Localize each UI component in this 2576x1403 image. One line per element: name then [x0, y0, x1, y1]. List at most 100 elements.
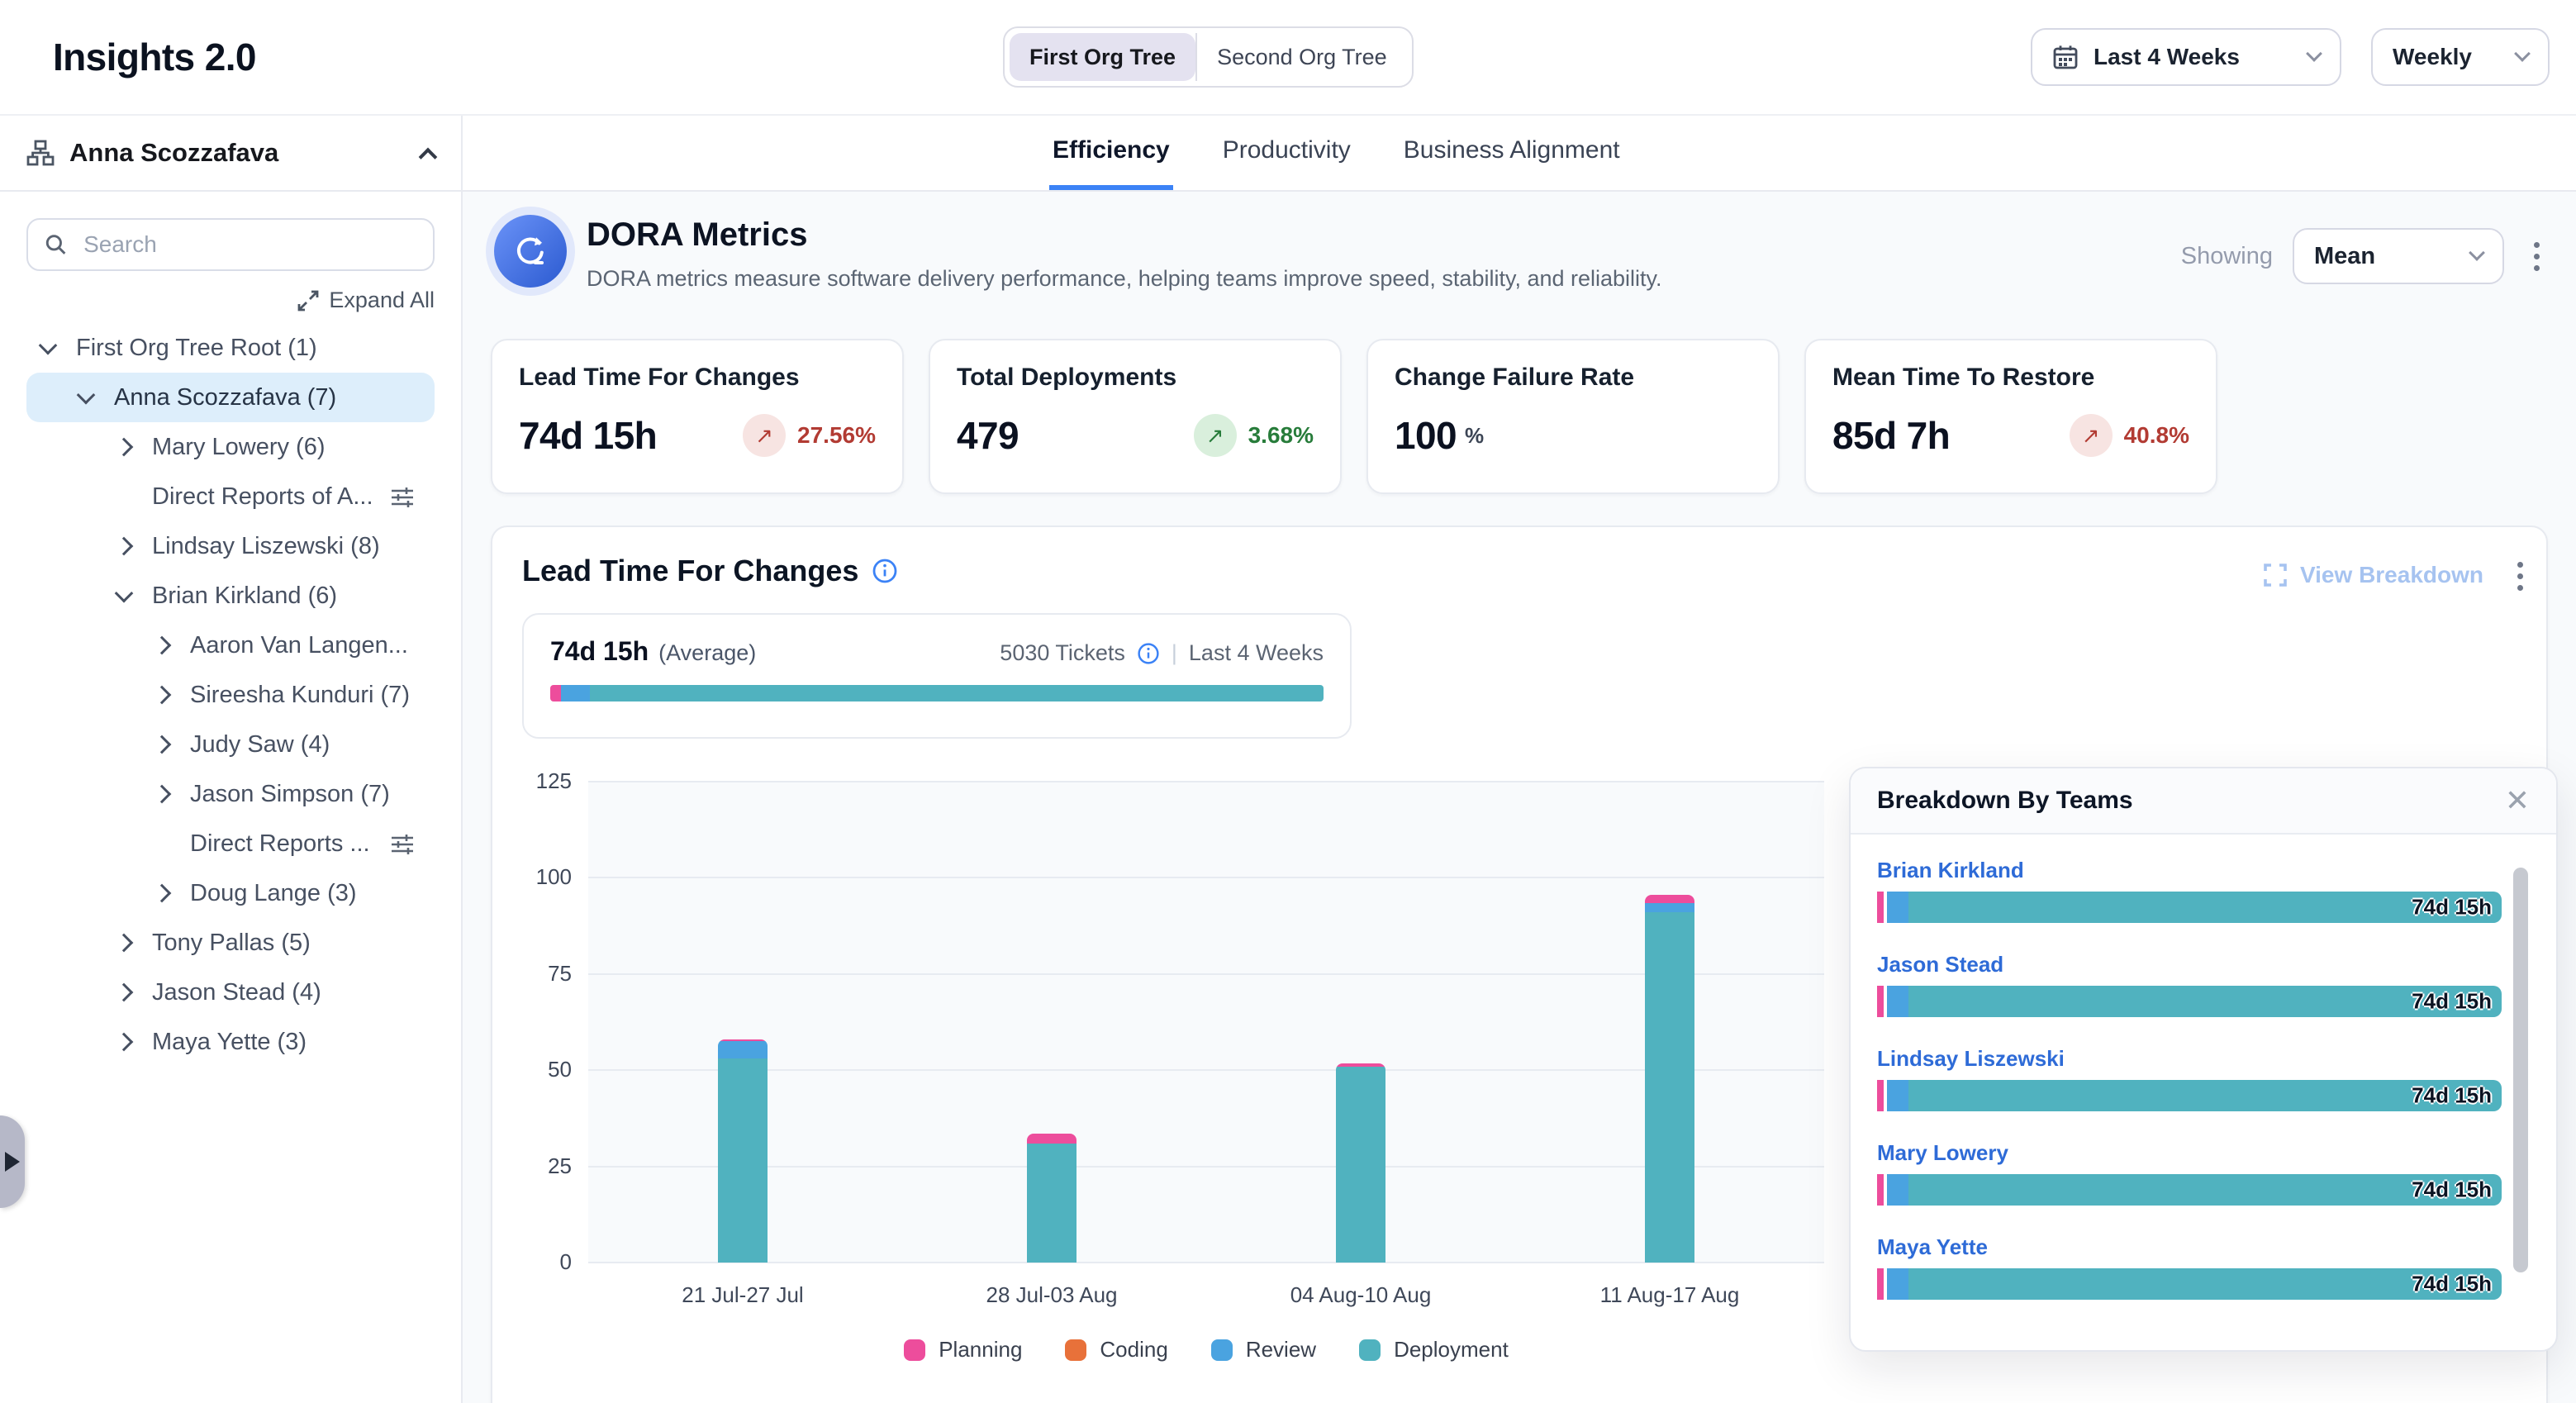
tree-item-jason-stead-4[interactable]: Jason Stead (4) — [26, 968, 435, 1017]
metric-title: Total Deployments — [957, 364, 1314, 392]
tree-item-maya-yette-3[interactable]: Maya Yette (3) — [26, 1017, 435, 1067]
tree-item-brian-kirkland-6[interactable]: Brian Kirkland (6) — [26, 571, 435, 621]
app-header: Insights 2.0 First Org Tree Second Org T… — [0, 0, 2576, 116]
cycle-arrow-icon — [511, 231, 550, 271]
x-axis-tick: 11 Aug-17 Aug — [1600, 1282, 1740, 1308]
tree-item-doug-lange-3[interactable]: Doug Lange (3) — [26, 868, 435, 918]
team-member-link[interactable]: Jason Stead — [1877, 952, 2530, 977]
stacked-bar-21-jul-27-jul[interactable] — [718, 1039, 768, 1263]
tree-item-first-org-tree-root-1[interactable]: First Org Tree Root (1) — [26, 323, 435, 373]
lead-time-chart-plot — [588, 782, 1824, 1263]
sidebar-collapse-handle[interactable] — [0, 1115, 25, 1208]
view-breakdown-button[interactable]: View Breakdown — [2264, 562, 2483, 588]
close-icon[interactable]: ✕ — [2505, 786, 2530, 816]
x-axis-tick: 21 Jul-27 Jul — [682, 1282, 803, 1308]
metric-title: Mean Time To Restore — [1832, 364, 2189, 392]
stacked-bar-04-aug-10-aug[interactable] — [1336, 1063, 1385, 1263]
tree-item-sireesha-kunduri-7[interactable]: Sireesha Kunduri (7) — [26, 670, 435, 720]
tab-productivity[interactable]: Productivity — [1219, 116, 1354, 190]
chevron-down-icon[interactable] — [39, 336, 58, 355]
first-org-tree-button[interactable]: First Org Tree — [1010, 33, 1195, 81]
tree-item-anna-scozzafava-7[interactable]: Anna Scozzafava (7) — [26, 373, 435, 422]
metric-card-lead-time-for-changes: Lead Time For Changes74d 15h↗27.56% — [491, 339, 904, 494]
search-input[interactable] — [80, 230, 416, 259]
legend-item-review[interactable]: Review — [1211, 1337, 1316, 1363]
chevron-up-icon[interactable] — [419, 148, 438, 167]
legend-item-planning[interactable]: Planning — [904, 1337, 1022, 1363]
chevron-right-icon[interactable] — [153, 884, 172, 903]
app-root: Insights 2.0 First Org Tree Second Org T… — [0, 0, 2576, 1403]
bar-segment-planning — [1645, 895, 1694, 902]
tree-item-jason-simpson-7[interactable]: Jason Simpson (7) — [26, 769, 435, 819]
view-breakdown-label: View Breakdown — [2300, 562, 2483, 588]
chevron-right-icon[interactable] — [153, 686, 172, 705]
second-org-tree-button[interactable]: Second Org Tree — [1197, 33, 1407, 81]
team-value: 74d 15h — [2412, 989, 2492, 1015]
granularity-select[interactable]: Weekly — [2371, 28, 2550, 86]
team-stacked-bar: 74d 15h — [1877, 1174, 2502, 1206]
team-member-link[interactable]: Lindsay Liszewski — [1877, 1046, 2530, 1072]
chevron-down-icon[interactable] — [77, 386, 96, 405]
tab-efficiency[interactable]: Efficiency — [1049, 116, 1173, 190]
y-axis-tick: 125 — [509, 768, 572, 794]
bar-segment-deployment: 74d 15h — [1908, 892, 2502, 923]
divider: | — [1172, 640, 1177, 666]
expand-corners-icon — [2264, 564, 2287, 587]
metric-delta-badge: ↗40.8% — [2070, 414, 2189, 457]
chevron-right-icon[interactable] — [115, 1033, 134, 1052]
chevron-right-icon[interactable] — [153, 735, 172, 754]
metric-value: 100 — [1395, 413, 1457, 458]
chevron-right-icon[interactable] — [115, 934, 134, 953]
tree-item-label: Maya Yette (3) — [152, 1029, 307, 1056]
tree-item-tony-pallas-5[interactable]: Tony Pallas (5) — [26, 918, 435, 968]
chevron-right-icon[interactable] — [115, 537, 134, 556]
stacked-bar-11-aug-17-aug[interactable] — [1645, 895, 1694, 1263]
tree-item-label: Judy Saw (4) — [190, 731, 330, 759]
team-member-link[interactable]: Brian Kirkland — [1877, 858, 2530, 883]
bar-segment-deployment: 74d 15h — [1908, 986, 2502, 1017]
y-axis-tick: 0 — [509, 1249, 572, 1275]
chevron-down-icon[interactable] — [115, 584, 134, 603]
lead-time-menu-button[interactable] — [2507, 555, 2533, 597]
team-value: 74d 15h — [2412, 895, 2492, 920]
dora-metrics-icon — [494, 215, 567, 288]
tree-item-lindsay-liszewski-8[interactable]: Lindsay Liszewski (8) — [26, 521, 435, 571]
bar-segment-planning — [1877, 1174, 1884, 1206]
tree-item-direct-reports[interactable]: Direct Reports ... — [26, 819, 435, 868]
dora-menu-button[interactable] — [2524, 235, 2550, 278]
bar-segment-review — [1887, 1080, 1908, 1111]
team-member-link[interactable]: Mary Lowery — [1877, 1140, 2530, 1166]
team-member-link[interactable]: Maya Yette — [1877, 1234, 2530, 1260]
y-axis-tick: 75 — [509, 961, 572, 987]
tree-item-direct-reports-of-a[interactable]: Direct Reports of A... — [26, 472, 435, 521]
filter-sliders-icon[interactable] — [390, 484, 415, 509]
sidebar-header[interactable]: Anna Scozzafava — [0, 116, 461, 192]
breakdown-scrollbar-thumb[interactable] — [2513, 868, 2528, 1272]
chevron-right-icon[interactable] — [153, 785, 172, 804]
breakdown-row-brian-kirkland: Brian Kirkland 74d 15h — [1877, 841, 2530, 935]
chevron-right-icon[interactable] — [115, 983, 134, 1002]
lead-time-panel: Lead Time For Changes View Breakdown 74d… — [491, 526, 2548, 1403]
info-icon[interactable] — [1137, 642, 1160, 665]
metric-value: 85d 7h — [1832, 413, 1950, 458]
expand-all-button[interactable]: Expand All — [26, 288, 435, 313]
avg-segment-review — [561, 685, 590, 702]
chevron-right-icon[interactable] — [153, 636, 172, 655]
tree-item-label: Brian Kirkland (6) — [152, 583, 337, 610]
tree-item-mary-lowery-6[interactable]: Mary Lowery (6) — [26, 422, 435, 472]
date-range-select[interactable]: Last 4 Weeks — [2031, 28, 2341, 86]
stacked-bar-28-jul-03-aug[interactable] — [1027, 1134, 1077, 1263]
bar-segment-deployment: 74d 15h — [1908, 1268, 2502, 1300]
aggregation-select[interactable]: Mean — [2293, 228, 2504, 284]
tab-business-alignment[interactable]: Business Alignment — [1400, 116, 1623, 190]
filter-sliders-icon[interactable] — [390, 831, 415, 856]
org-tree: First Org Tree Root (1)Anna Scozzafava (… — [0, 323, 461, 1067]
tree-item-aaron-van-langen[interactable]: Aaron Van Langen... — [26, 621, 435, 670]
chevron-right-icon[interactable] — [115, 438, 134, 457]
bar-segment-planning — [1877, 986, 1884, 1017]
info-icon[interactable] — [872, 558, 898, 584]
y-axis-tick: 50 — [509, 1057, 572, 1082]
legend-item-coding[interactable]: Coding — [1065, 1337, 1167, 1363]
legend-item-deployment[interactable]: Deployment — [1359, 1337, 1509, 1363]
tree-item-judy-saw-4[interactable]: Judy Saw (4) — [26, 720, 435, 769]
